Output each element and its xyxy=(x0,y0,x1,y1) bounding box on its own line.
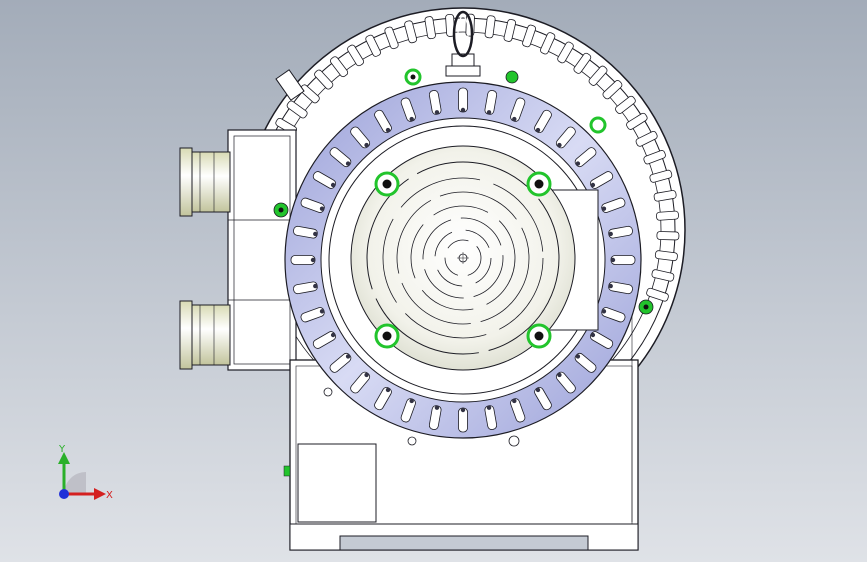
cooling-fin xyxy=(656,210,679,221)
slot-screw xyxy=(575,161,581,166)
slot-screw xyxy=(486,405,492,410)
slot-screw xyxy=(364,372,369,378)
inlet-flange-upper[interactable] xyxy=(179,147,231,217)
slot-screw xyxy=(460,407,466,413)
triad-z-axis xyxy=(59,489,69,499)
slot-screw xyxy=(575,354,581,359)
mounting-bolt-icon xyxy=(374,323,400,349)
slot-screw xyxy=(434,405,440,410)
slot-screw xyxy=(345,354,351,359)
slot-screw xyxy=(608,283,613,289)
cad-graphics-viewport[interactable] xyxy=(0,0,867,562)
slot-screw xyxy=(557,372,562,378)
slot-screw xyxy=(590,332,596,338)
mounting-bolt-icon xyxy=(526,323,552,349)
slot-screw xyxy=(310,257,316,263)
mounting-bolt-icon xyxy=(526,171,552,197)
slot-screw xyxy=(409,398,414,404)
slot-screw xyxy=(330,182,336,188)
cooling-fin xyxy=(656,231,680,241)
slot-screw xyxy=(385,387,391,393)
slot-screw xyxy=(590,182,596,188)
slot-screw xyxy=(512,398,517,404)
slot-screw xyxy=(385,127,391,133)
drain-plug xyxy=(283,465,291,477)
slot-screw xyxy=(345,161,351,166)
slot-screw xyxy=(409,116,414,122)
slot-screw xyxy=(319,309,325,314)
slot-screw xyxy=(460,107,466,113)
green-fastener-icon xyxy=(273,202,289,218)
green-fastener-icon xyxy=(505,70,519,84)
slot-screw xyxy=(557,142,562,148)
slot-screw xyxy=(610,257,616,263)
triad-y-label: Y xyxy=(58,444,66,455)
slot-screw xyxy=(601,206,607,211)
slot-screw xyxy=(364,142,369,148)
triad-x-label: X xyxy=(106,490,113,501)
slot-screw xyxy=(330,332,336,338)
slot-screw xyxy=(535,387,541,393)
view-orientation-triad-icon[interactable]: Y X xyxy=(48,440,118,510)
slot-screw xyxy=(313,231,318,237)
green-fastener-icon xyxy=(404,68,422,86)
slot-screw xyxy=(486,110,492,115)
green-fastener-icon xyxy=(638,299,654,315)
triad-x-arrow xyxy=(94,488,106,500)
outlet-flange-lower[interactable] xyxy=(179,300,231,370)
slot-screw xyxy=(313,283,318,289)
slot-screw xyxy=(434,110,440,115)
slot-screw xyxy=(608,231,613,237)
green-fastener-icon xyxy=(589,116,607,134)
slot-screw xyxy=(319,206,325,211)
slot-screw xyxy=(512,116,517,122)
slot-screw xyxy=(535,127,541,133)
fan-cover[interactable] xyxy=(328,125,599,395)
mounting-bolt-icon xyxy=(374,171,400,197)
slot-screw xyxy=(601,309,607,314)
